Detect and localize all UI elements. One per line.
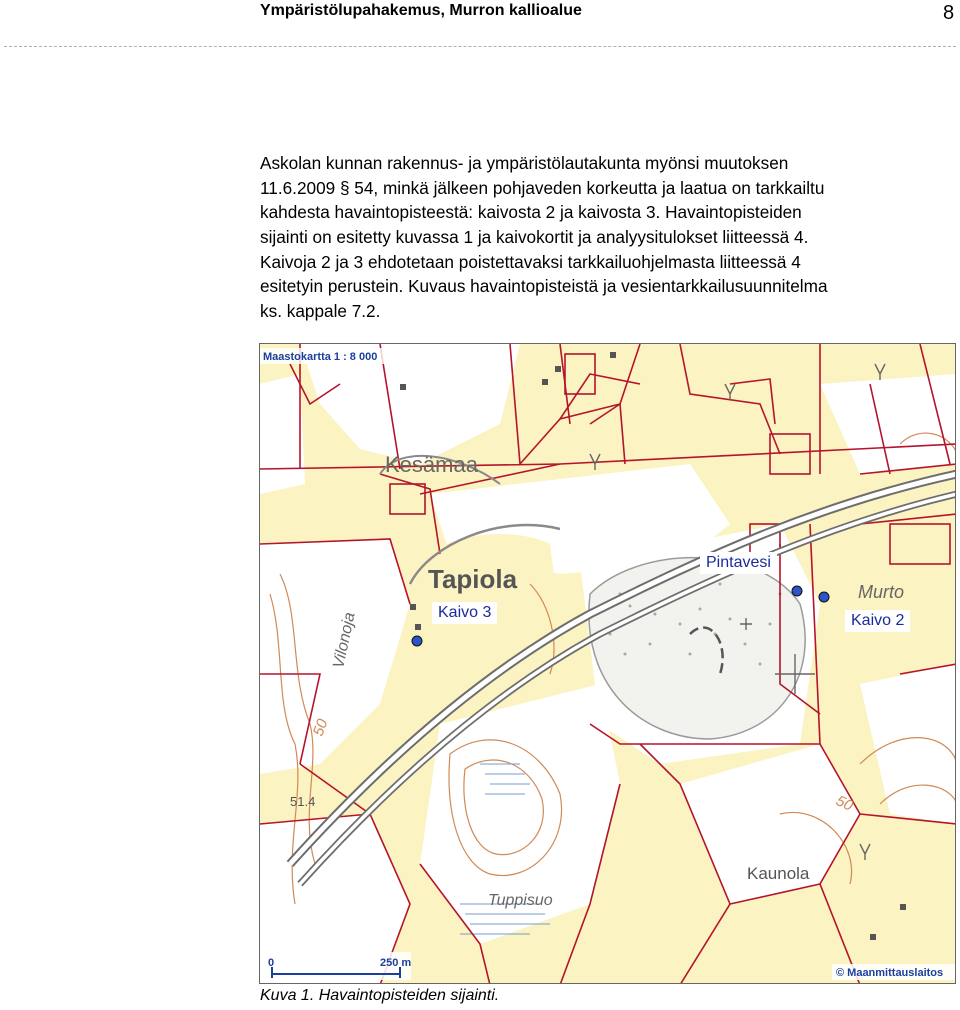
body-line: sijainti on esitetty kuvassa 1 ja kaivok… [260, 227, 809, 248]
page-number: 8 [943, 2, 955, 24]
kaivo2-point [818, 591, 830, 603]
scale-bar: 0 250 m [266, 952, 411, 980]
body-line: kahdesta havaintopisteestä: kaivosta 2 j… [260, 202, 802, 223]
pintavesi-point [791, 585, 803, 597]
scale-bar-end: 250 m [380, 957, 411, 969]
body-line: 11.6.2009 § 54, minkä jälkeen pohjaveden… [260, 177, 825, 198]
body-line: Askolan kunnan rakennus- ja ympäristölau… [260, 153, 789, 173]
map-graphic: Kesämaa Tapiola Murto Kaunola Tuppisuo V… [260, 344, 955, 983]
place-name-murto: Murto [858, 582, 904, 602]
body-line: ks. kappale 7.2. [260, 301, 381, 322]
place-name-tapiola: Tapiola [428, 564, 518, 594]
scale-bar-start: 0 [268, 957, 274, 969]
place-name-kesamaa: Kesämaa [385, 452, 479, 477]
map-copyright: © Maanmittauslaitos [836, 967, 943, 979]
callout-kaivo3: Kaivo 3 [432, 602, 498, 624]
body-line: Kaivoja 2 ja 3 ehdotetaan poistettavaksi… [260, 251, 801, 272]
header-title: Ympäristölupahakemus, Murron kallioalue [260, 2, 582, 19]
forest-area [260, 374, 305, 494]
elevation-label: 51.4 [290, 794, 315, 809]
map-scale-title: Maastokartta 1 : 8 000 [263, 351, 377, 363]
header-divider [4, 46, 956, 47]
callout-kaivo2: Kaivo 2 [845, 610, 911, 632]
body-paragraph: Askolan kunnan rakennus- ja ympäristölau… [260, 151, 950, 324]
location-map: Kesämaa Tapiola Murto Kaunola Tuppisuo V… [259, 343, 956, 984]
figure-caption: Kuva 1. Havaintopisteiden sijainti. [260, 987, 500, 1004]
kaivo3-point [411, 635, 423, 647]
place-name-tuppisuo: Tuppisuo [488, 892, 553, 909]
callout-pintavesi: Pintavesi [700, 552, 777, 574]
place-name-kaunola: Kaunola [747, 864, 810, 883]
body-line: esitetyin perustein. Kuvaus havaintopist… [260, 276, 828, 297]
